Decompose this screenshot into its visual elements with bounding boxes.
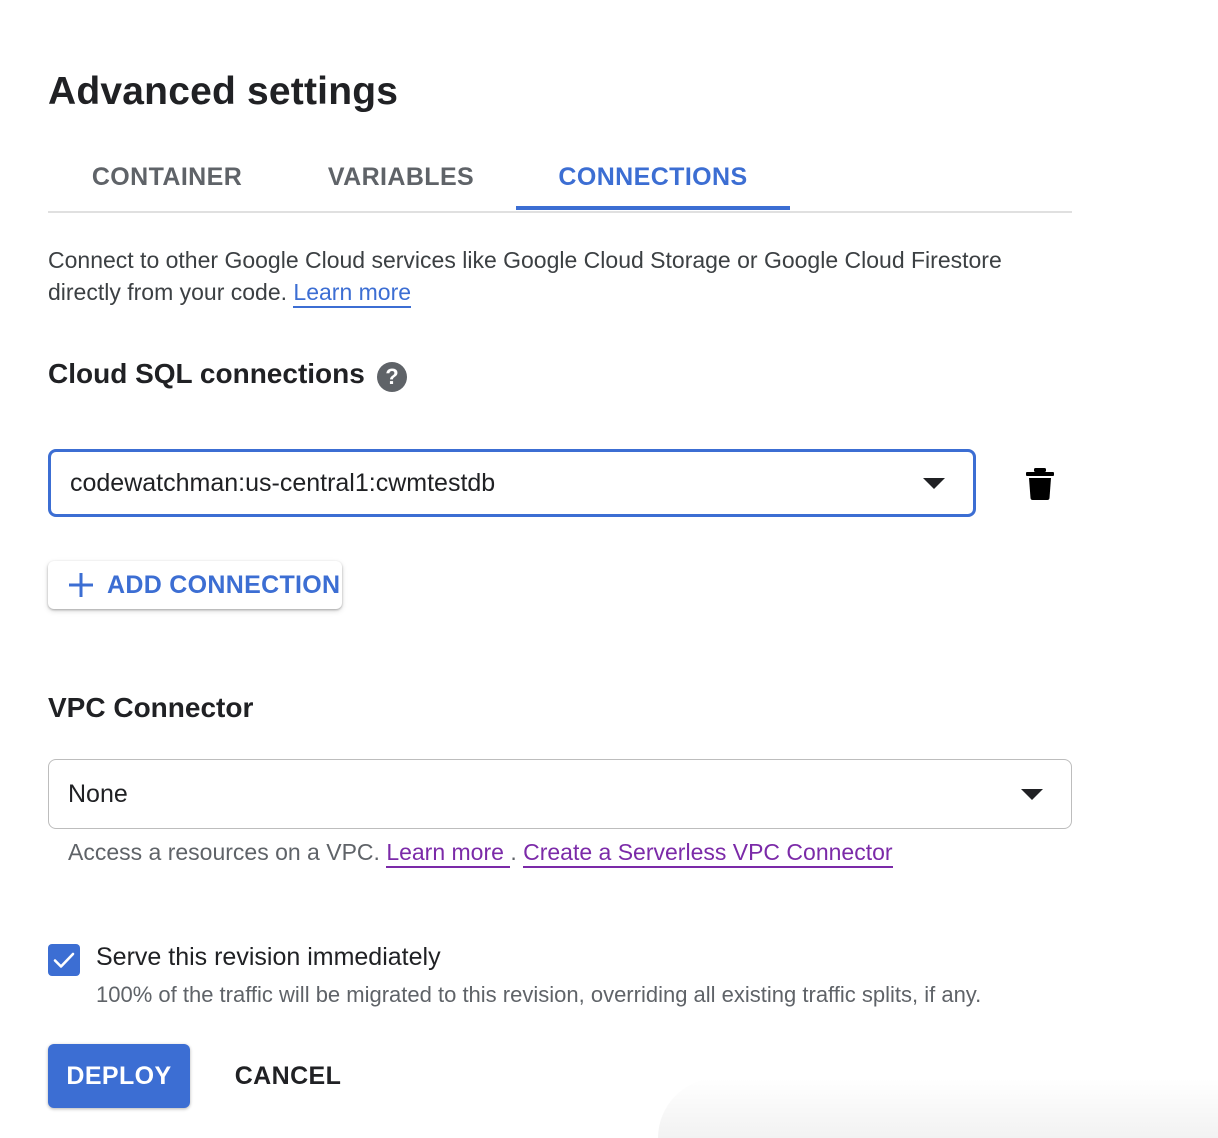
chevron-down-icon <box>923 478 945 489</box>
serve-immediately-checkbox[interactable] <box>48 944 80 976</box>
tab-bar: CONTAINER VARIABLES CONNECTIONS <box>48 146 1072 213</box>
tab-variables[interactable]: VARIABLES <box>286 146 516 209</box>
vpc-helper-text: Access a resources on a VPC. Learn more … <box>68 836 893 868</box>
trash-icon <box>1026 468 1054 500</box>
learn-more-link[interactable]: Learn more <box>293 279 412 308</box>
tab-connections[interactable]: CONNECTIONS <box>516 146 790 210</box>
vpc-helper-label: Access a resources on a VPC. <box>68 839 380 865</box>
plus-icon <box>69 573 93 597</box>
deploy-button[interactable]: DEPLOY <box>48 1044 190 1108</box>
panel-shadow <box>658 1078 1218 1138</box>
create-vpc-connector-link[interactable]: Create a Serverless VPC Connector <box>523 839 893 868</box>
vpc-learn-more-link[interactable]: Learn more <box>386 839 511 868</box>
cloud-sql-connection-select[interactable]: codewatchman:us-central1:cwmtestdb <box>48 449 976 517</box>
cancel-button[interactable]: CANCEL <box>220 1044 356 1108</box>
cloud-sql-connection-value: codewatchman:us-central1:cwmtestdb <box>70 468 496 497</box>
vpc-helper-separator: . <box>510 839 517 865</box>
connections-description: Connect to other Google Cloud services l… <box>48 244 1068 308</box>
serve-immediately-description: 100% of the traffic will be migrated to … <box>96 982 982 1007</box>
vpc-connector-value: None <box>68 779 128 808</box>
delete-connection-button[interactable] <box>1026 468 1054 500</box>
checkmark-icon <box>53 952 75 968</box>
vpc-connector-select[interactable]: None <box>48 759 1072 829</box>
serve-immediately-label: Serve this revision immediately <box>96 943 441 971</box>
add-connection-button[interactable]: ADD CONNECTION <box>48 561 342 609</box>
tab-container[interactable]: CONTAINER <box>48 146 286 209</box>
vpc-connector-heading: VPC Connector <box>48 692 254 723</box>
help-icon[interactable]: ? <box>377 362 407 392</box>
cloud-sql-heading: Cloud SQL connections <box>48 358 365 389</box>
add-connection-label: ADD CONNECTION <box>107 570 341 599</box>
page-title: Advanced settings <box>48 70 399 113</box>
description-text: Connect to other Google Cloud services l… <box>48 247 1002 305</box>
chevron-down-icon <box>1021 789 1043 800</box>
